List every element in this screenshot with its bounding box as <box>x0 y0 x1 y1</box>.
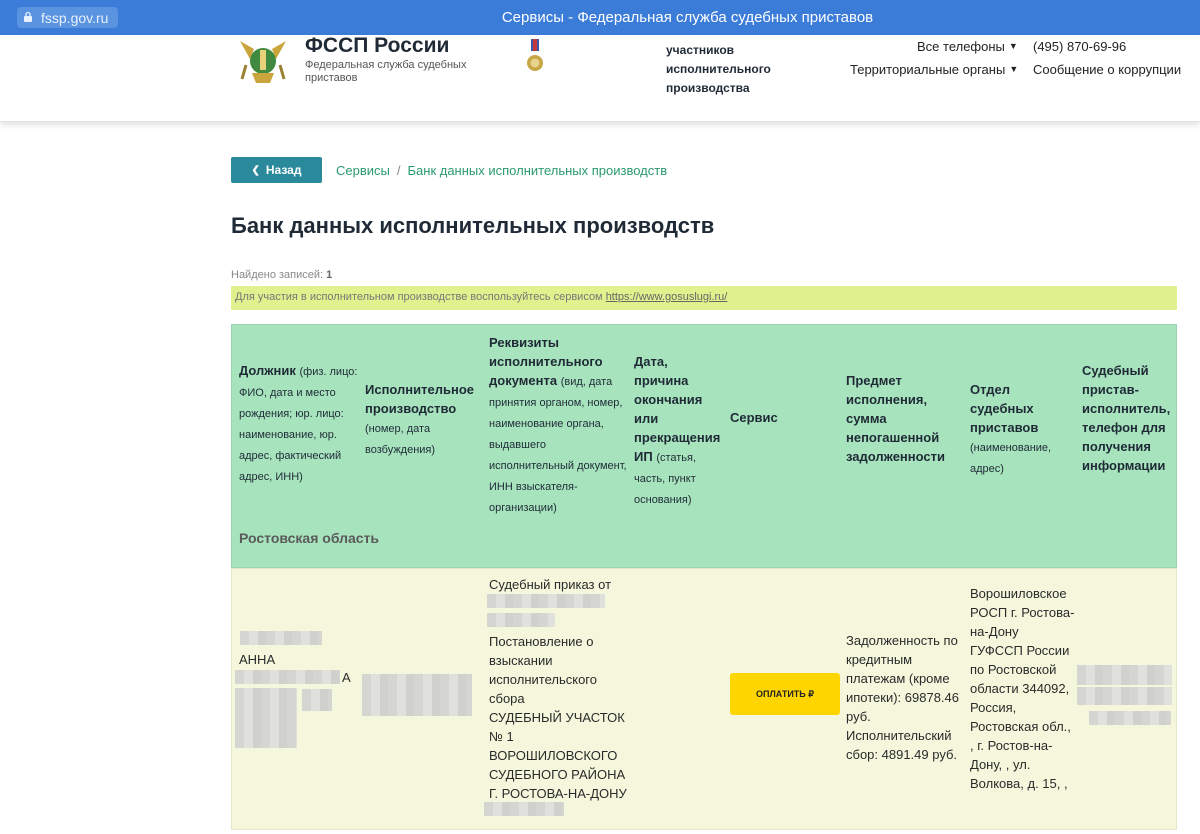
column-header-termination: Дата, причина окончания или прекращения … <box>634 352 724 510</box>
window-title: Сервисы - Федеральная служба судебных пр… <box>501 9 874 26</box>
corruption-report-link[interactable]: Сообщение о коррупции <box>1033 62 1181 77</box>
redacted-bailiff-name <box>1077 687 1172 705</box>
topic-text[interactable]: участников исполнительного производства <box>666 41 816 98</box>
gosuslugi-link[interactable]: https://www.gosuslugi.ru/ <box>606 291 728 303</box>
column-header-subject: Предмет исполнения, сумма непогашенной з… <box>846 371 961 466</box>
url-text: fssp.gov.ru <box>41 9 109 26</box>
execution-subject: Задолженность по кредитным платежам (кро… <box>846 633 960 762</box>
column-title: Судебный пристав-исполнитель, телефон дл… <box>1082 363 1171 473</box>
page-title: Банк данных исполнительных производств <box>231 213 715 238</box>
debtor-suffix: А <box>342 670 351 685</box>
redacted-document-date <box>487 594 605 608</box>
redacted-debtor-details <box>302 689 332 711</box>
column-header-department: Отдел судебных приставов (наименование, а… <box>970 380 1075 479</box>
column-title: Предмет исполнения, сумма непогашенной з… <box>846 373 945 464</box>
column-header-document: Реквизиты исполнительного документа (вид… <box>489 333 629 518</box>
caret-down-icon: ▼ <box>1008 41 1018 51</box>
bailiff-department: Ворошиловское РОСП г. Ростова-на-Дону ГУ… <box>970 586 1075 791</box>
column-title: Должник <box>239 363 296 378</box>
territorial-bodies-dropdown[interactable]: Территориальные органы ▼ <box>850 62 1018 77</box>
brand-name[interactable]: ФССП России <box>305 34 449 58</box>
caret-down-icon: ▼ <box>1009 64 1019 74</box>
pay-button[interactable]: ОПЛАТИТЬ ₽ <box>730 673 840 715</box>
debtor-name: АННА <box>239 652 276 667</box>
medal-icon <box>526 39 544 75</box>
redacted-debtor-surname <box>240 631 322 645</box>
column-header-debtor: Должник (физ. лицо: ФИО, дата и место ро… <box>239 361 359 487</box>
column-header-bailiff: Судебный пристав-исполнитель, телефон дл… <box>1082 361 1172 475</box>
lock-icon <box>23 10 33 26</box>
table-header: Должник (физ. лицо: ФИО, дата и место ро… <box>231 324 1177 568</box>
redacted-document-number <box>487 613 555 627</box>
breadcrumb-item-services[interactable]: Сервисы <box>336 163 390 178</box>
back-button[interactable]: ❮ Назад <box>231 157 322 183</box>
topic-line: участников <box>666 43 735 57</box>
redacted-bailiff-name <box>1077 665 1172 685</box>
document-court: СУДЕБНЫЙ УЧАСТОК № 1 ВОРОШИЛОВСКОГО СУДЕ… <box>489 710 627 801</box>
column-title: Отдел судебных приставов <box>970 382 1039 435</box>
phone-number[interactable]: (495) 870-69-96 <box>1033 39 1126 54</box>
territorial-bodies-label: Территориальные органы <box>850 62 1006 77</box>
region-label: Ростовская область <box>239 530 380 546</box>
records-label: Найдено записей: <box>231 269 324 281</box>
table-row: АННА А Судебный приказ от Постановление … <box>231 568 1177 830</box>
column-subtitle: (вид, дата принятия органом, номер, наим… <box>489 376 627 514</box>
document-body: Постановление о взыскании исполнительско… <box>489 634 597 706</box>
site-header: ФССП России Федеральная служба судебных … <box>0 34 1200 122</box>
all-phones-label: Все телефоны <box>917 39 1005 54</box>
notice-text: Для участия в исполнительном производств… <box>235 291 603 303</box>
redacted-proceeding-number <box>362 674 472 716</box>
breadcrumb-item-data-bank[interactable]: Банк данных исполнительных производств <box>408 163 668 178</box>
redacted-debtor-patronymic <box>235 670 340 684</box>
column-header-service: Сервис <box>730 408 820 427</box>
address-bar[interactable]: fssp.gov.ru <box>17 7 119 28</box>
redacted-debtor-details <box>235 688 297 748</box>
column-title: Дата, причина окончания или прекращения … <box>634 354 721 464</box>
browser-title-bar: fssp.gov.ru Сервисы - Федеральная служба… <box>0 0 1200 35</box>
redacted-bailiff-phone <box>1089 711 1171 725</box>
back-label: Назад <box>265 163 302 177</box>
all-phones-dropdown[interactable]: Все телефоны ▼ <box>917 39 1018 54</box>
topic-line: исполнительного <box>666 62 771 76</box>
document-line: Судебный приказ от <box>489 577 612 592</box>
records-found: Найдено записей: 1 <box>231 269 332 281</box>
breadcrumb-separator: / <box>396 163 401 178</box>
records-count: 1 <box>326 269 333 281</box>
redacted-creditor-inn <box>484 802 564 816</box>
column-subtitle: (физ. лицо: ФИО, дата и место рождения; … <box>239 366 358 483</box>
column-subtitle: (номер, дата возбуждения) <box>365 423 436 456</box>
brand-subtitle: Федеральная служба судебных приставов <box>305 59 467 84</box>
column-title: Исполнительное производство <box>365 382 475 416</box>
topic-line: производства <box>666 81 750 95</box>
fssp-emblem-icon[interactable] <box>236 35 290 89</box>
column-subtitle: (наименование, адрес) <box>970 442 1052 475</box>
chevron-left-icon: ❮ <box>251 164 260 176</box>
column-header-proceeding: Исполнительное производство (номер, дата … <box>365 380 475 460</box>
gosuslugi-notice: Для участия в исполнительном производств… <box>231 286 1177 310</box>
column-title: Сервис <box>730 410 778 425</box>
breadcrumb: Сервисы / Банк данных исполнительных произ… <box>336 163 667 178</box>
